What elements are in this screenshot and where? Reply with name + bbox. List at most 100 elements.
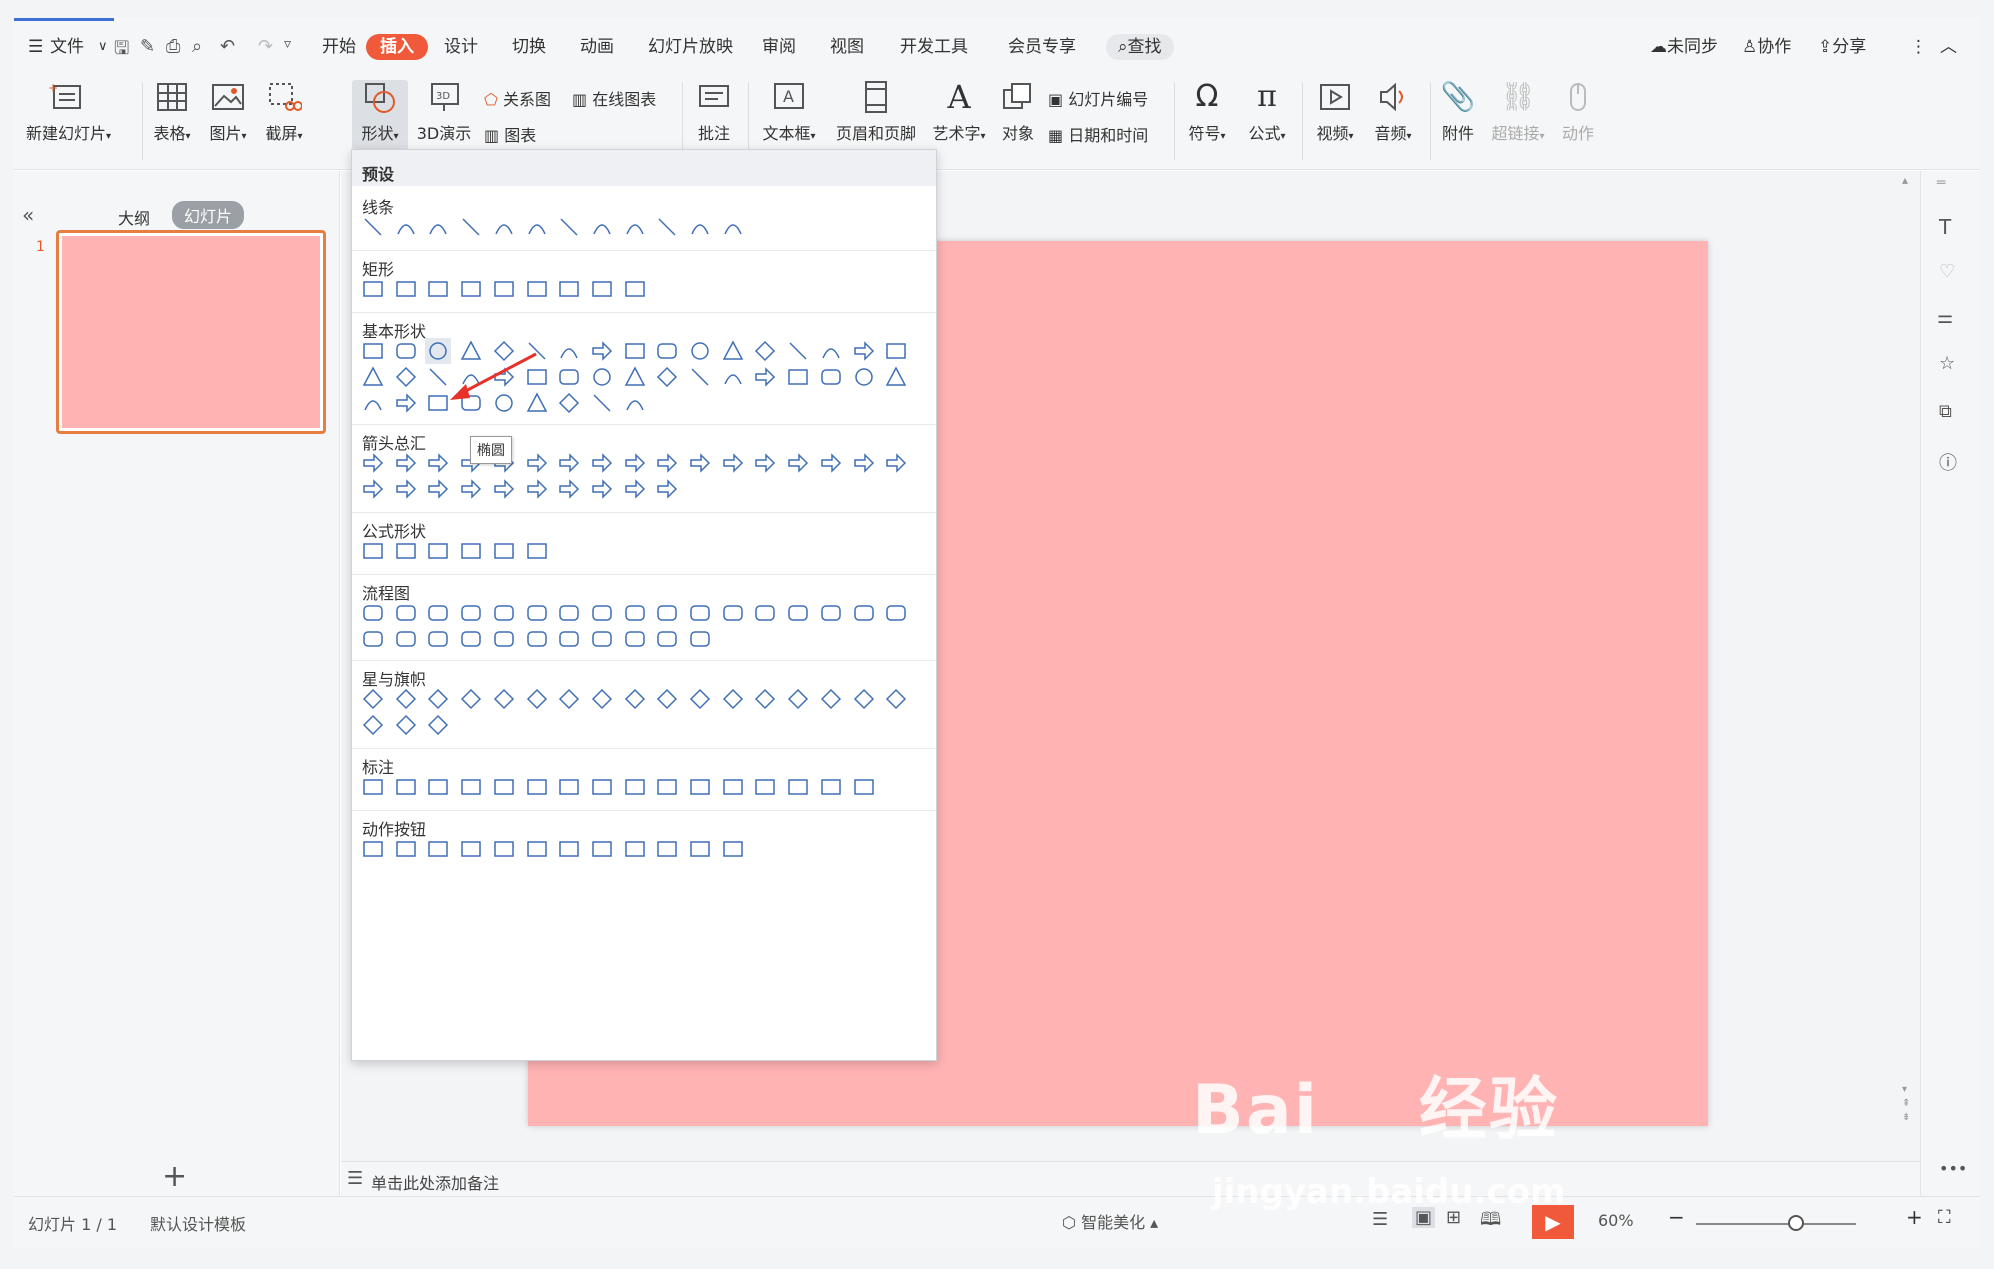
collapse-pane-icon[interactable]: « (22, 203, 34, 227)
table-button[interactable]: 表格▾ (148, 80, 196, 144)
shape-option-icon[interactable] (491, 774, 517, 800)
new-slide-button[interactable]: + 新建幻灯片▾ (26, 80, 111, 144)
shape-option-icon[interactable] (785, 364, 811, 390)
shape-option-icon[interactable] (720, 364, 746, 390)
print-preview-icon[interactable]: ⌕ (192, 36, 202, 57)
shape-option-icon[interactable] (818, 450, 844, 476)
shape-option-icon[interactable] (720, 836, 746, 862)
shape-option-icon[interactable] (687, 364, 713, 390)
zoom-slider-handle[interactable] (1788, 1215, 1804, 1231)
undo-icon[interactable]: ↶ (220, 36, 235, 57)
shape-option-icon[interactable] (524, 276, 550, 302)
shape-option-icon[interactable] (393, 476, 419, 502)
shape-option-icon[interactable] (720, 600, 746, 626)
transition-icon[interactable]: ⧉ (1939, 401, 1952, 422)
shape-option-icon[interactable] (851, 364, 877, 390)
shape-option-icon[interactable] (393, 338, 419, 364)
shape-option-icon[interactable] (785, 450, 811, 476)
shape-option-icon[interactable] (458, 538, 484, 564)
shape-option-icon[interactable] (491, 600, 517, 626)
shape-option-icon[interactable] (589, 450, 615, 476)
video-button[interactable]: 视频▾ (1310, 80, 1360, 144)
shape-option-icon[interactable] (818, 600, 844, 626)
shape-option-icon[interactable] (654, 774, 680, 800)
shape-option-icon[interactable] (752, 600, 778, 626)
zoom-level[interactable]: 60% (1598, 1211, 1634, 1230)
shape-option-icon[interactable] (524, 774, 550, 800)
shape-option-icon[interactable] (883, 338, 909, 364)
shape-option-icon[interactable] (720, 214, 746, 240)
header-footer-button[interactable]: 页眉和页脚 (830, 80, 922, 144)
shape-option-icon[interactable] (589, 626, 615, 652)
shape-option-icon[interactable] (883, 686, 909, 712)
shape-option-icon[interactable] (458, 774, 484, 800)
shape-option-icon[interactable] (556, 390, 582, 416)
formula-button[interactable]: π 公式▾ (1242, 80, 1292, 144)
object-button[interactable]: 对象 (998, 80, 1038, 144)
customize-chevron-icon[interactable]: ▿ (284, 36, 291, 52)
text-icon[interactable]: T (1939, 215, 1951, 239)
redo-icon[interactable]: ↷ (258, 36, 273, 57)
tab-member[interactable]: 会员专享 (1008, 36, 1076, 58)
format-painter-icon[interactable]: ✎ (140, 36, 155, 57)
shape-option-icon[interactable] (425, 774, 451, 800)
shape-option-icon[interactable] (883, 364, 909, 390)
shape-option-icon[interactable] (425, 686, 451, 712)
shape-option-icon[interactable] (360, 626, 386, 652)
shape-option-icon[interactable] (622, 836, 648, 862)
shape-option-icon[interactable] (622, 450, 648, 476)
more-icon[interactable]: ⋮ (1910, 36, 1927, 58)
shape-option-icon[interactable] (622, 476, 648, 502)
shape-option-icon[interactable] (720, 450, 746, 476)
online-chart-button[interactable]: ▥ 在线图表 (572, 86, 656, 110)
shape-option-icon[interactable] (851, 338, 877, 364)
shape-option-icon[interactable] (425, 476, 451, 502)
action-button[interactable]: 动作 (1558, 80, 1598, 144)
template-name[interactable]: 默认设计模板 (150, 1211, 246, 1235)
shape-option-icon[interactable] (883, 450, 909, 476)
print-icon[interactable]: ⎙ (166, 36, 180, 57)
shape-option-icon[interactable] (491, 538, 517, 564)
shape-option-icon[interactable] (622, 338, 648, 364)
shape-option-icon[interactable] (360, 276, 386, 302)
shape-option-icon[interactable] (425, 450, 451, 476)
notes-toggle-icon[interactable]: ☰ (1372, 1209, 1388, 1230)
shape-option-icon[interactable] (491, 276, 517, 302)
shape-option-icon[interactable] (458, 836, 484, 862)
shape-option-icon[interactable] (360, 476, 386, 502)
shape-option-icon[interactable] (687, 214, 713, 240)
shape-option-icon[interactable] (425, 626, 451, 652)
shape-option-icon[interactable] (589, 338, 615, 364)
shape-option-icon[interactable] (393, 774, 419, 800)
shape-option-icon[interactable] (687, 600, 713, 626)
shape-option-icon[interactable] (360, 836, 386, 862)
shape-option-icon[interactable] (491, 836, 517, 862)
shape-option-icon[interactable] (622, 686, 648, 712)
shape-option-icon[interactable] (556, 364, 582, 390)
shape-option-icon[interactable] (524, 538, 550, 564)
shape-option-icon[interactable] (785, 338, 811, 364)
shape-option-icon[interactable] (393, 712, 419, 738)
shape-option-icon[interactable] (524, 214, 550, 240)
shape-option-icon[interactable] (360, 450, 386, 476)
picture-button[interactable]: 图片▾ (204, 80, 252, 144)
shape-option-icon[interactable] (556, 774, 582, 800)
shape-option-icon[interactable] (654, 214, 680, 240)
screenshot-button[interactable]: 截屏▾ (260, 80, 308, 144)
shape-option-icon[interactable] (752, 338, 778, 364)
sync-status[interactable]: ☁未同步 (1650, 36, 1718, 58)
adjust-icon[interactable]: ⚌ (1937, 307, 1953, 328)
shape-option-icon[interactable] (589, 836, 615, 862)
attachment-button[interactable]: 📎 附件 (1438, 80, 1478, 144)
shape-option-icon[interactable] (524, 450, 550, 476)
shape-option-icon[interactable] (393, 364, 419, 390)
shape-option-icon[interactable] (360, 600, 386, 626)
shape-option-icon[interactable] (491, 626, 517, 652)
shape-option-icon[interactable] (622, 214, 648, 240)
shape-option-icon[interactable] (393, 626, 419, 652)
shape-option-icon[interactable] (556, 686, 582, 712)
shape-option-icon[interactable] (752, 450, 778, 476)
shape-option-icon[interactable] (654, 364, 680, 390)
shape-button[interactable]: 形状▾ (352, 80, 408, 150)
shape-option-icon[interactable] (360, 390, 386, 416)
